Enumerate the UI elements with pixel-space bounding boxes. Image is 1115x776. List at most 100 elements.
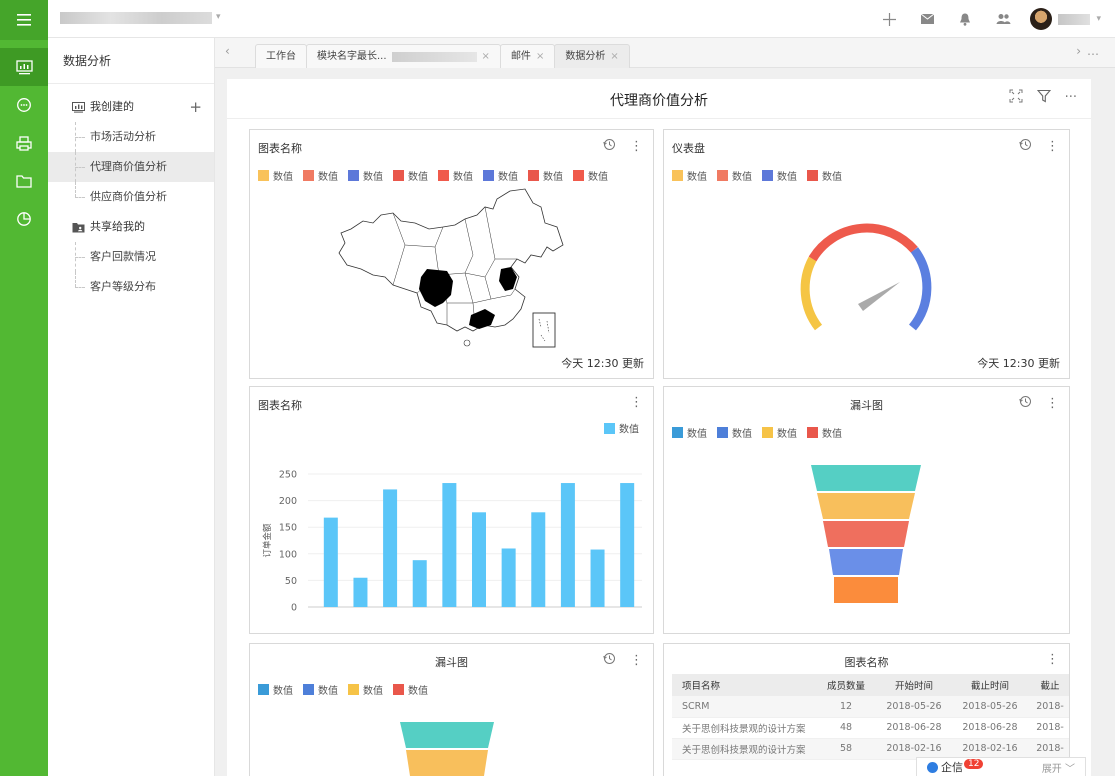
menu-icon[interactable] xyxy=(0,0,48,40)
panel-title: 仪表盘 xyxy=(672,142,705,155)
table-cell: 2018-06-28 xyxy=(952,717,1028,739)
more-vertical-icon[interactable]: ⋮ xyxy=(1046,396,1059,411)
legend-swatch xyxy=(393,170,404,181)
legend-item[interactable]: 数值 xyxy=(807,425,842,440)
column-header[interactable]: 截止 xyxy=(1028,674,1069,696)
legend-item[interactable]: 数值 xyxy=(672,425,707,440)
legend-item[interactable]: 数值 xyxy=(258,682,293,697)
tab-data-analysis[interactable]: 数据分析 × xyxy=(554,44,630,69)
legend-item[interactable]: 数值 xyxy=(573,168,608,183)
pie-chart-icon[interactable] xyxy=(0,200,48,238)
history-icon[interactable] xyxy=(1019,395,1032,411)
sidebar-item-payment[interactable]: 客户回款情况 xyxy=(48,242,214,272)
avatar[interactable] xyxy=(1030,8,1053,30)
chat-icon[interactable] xyxy=(0,86,48,124)
legend-item[interactable]: 数值 xyxy=(303,682,338,697)
legend-item[interactable]: 数值 xyxy=(807,168,842,183)
legend-item[interactable]: 数值 xyxy=(303,168,338,183)
tab-label: 邮件 xyxy=(510,50,531,62)
legend-swatch xyxy=(762,170,773,181)
more-vertical-icon[interactable]: ⋮ xyxy=(1046,139,1059,154)
people-icon[interactable] xyxy=(984,0,1022,38)
filter-icon[interactable] xyxy=(1036,89,1051,106)
fullscreen-icon[interactable] xyxy=(1009,89,1023,106)
printer-icon[interactable] xyxy=(0,124,48,162)
table-row[interactable]: SCRM 12 2018-05-26 2018-05-26 2018- xyxy=(672,696,1069,718)
legend-label: 数值 xyxy=(363,686,383,697)
more-vertical-icon[interactable]: ⋮ xyxy=(630,139,643,154)
column-header[interactable]: 项目名称 xyxy=(672,674,816,696)
bar xyxy=(383,489,398,607)
chart-folder-icon xyxy=(72,101,85,113)
history-icon[interactable] xyxy=(1019,138,1032,154)
sidebar-group-label: 我创建的 xyxy=(90,100,134,113)
sidebar-item-agent-value[interactable]: 代理商价值分析 xyxy=(48,152,214,182)
tab-label: 模块名字最长... xyxy=(317,50,387,62)
more-vertical-icon[interactable]: ⋮ xyxy=(630,653,643,668)
tab-module[interactable]: 模块名字最长... × xyxy=(306,44,501,68)
legend-item[interactable]: 数值 xyxy=(483,168,518,183)
funnel-stage-1 xyxy=(811,465,921,491)
legend-item[interactable]: 数值 xyxy=(393,682,428,697)
column-header[interactable]: 截止时间 xyxy=(952,674,1028,696)
table-row[interactable]: 关于思创科技景观的设计方案 48 2018-06-28 2018-06-28 2… xyxy=(672,717,1069,739)
sidebar-group-created[interactable]: 我创建的 + xyxy=(48,92,214,122)
tab-mail[interactable]: 邮件 × xyxy=(499,44,556,69)
funnel-legend: 数值 数值 数值 数值 xyxy=(672,425,842,440)
legend-item[interactable]: 数值 xyxy=(438,168,473,183)
bell-icon[interactable] xyxy=(946,0,984,38)
legend-item[interactable]: 数值 xyxy=(348,682,383,697)
panel-title: 图表名称 xyxy=(844,656,889,669)
expand-button[interactable]: 展开 ﹀ xyxy=(1042,760,1075,775)
legend-item[interactable]: 数值 xyxy=(717,425,752,440)
legend-item[interactable]: 数值 xyxy=(393,168,428,183)
table-row[interactable]: 关于思创科技景观的设计方案 58 2018-02-16 2018-02-16 2… xyxy=(672,738,1069,760)
project-table: 项目名称 成员数量 开始时间 截止时间 截止 SCRM 12 2018-05-2… xyxy=(672,674,1069,760)
bar xyxy=(323,517,338,607)
chat-widget[interactable]: 企信 12 展开 ﹀ xyxy=(916,757,1086,776)
dashboard-header: 代理商价值分析 ··· xyxy=(227,79,1091,119)
legend-label: 数值 xyxy=(732,172,752,183)
more-vertical-icon[interactable]: ⋮ xyxy=(630,395,643,410)
legend-item[interactable]: 数值 xyxy=(717,168,752,183)
legend-item[interactable]: 数值 xyxy=(672,168,707,183)
close-icon[interactable]: × xyxy=(482,45,490,69)
chevron-left-icon[interactable]: ‹ xyxy=(225,44,230,58)
y-tick-label: 100 xyxy=(279,549,297,560)
history-icon[interactable] xyxy=(603,138,616,154)
tab-more-icon[interactable]: ›… xyxy=(1076,44,1105,58)
mail-icon[interactable] xyxy=(908,0,946,38)
folder-icon[interactable] xyxy=(0,162,48,200)
legend-item[interactable]: 数值 xyxy=(762,425,797,440)
funnel-stage-4 xyxy=(829,549,903,575)
legend-swatch xyxy=(258,684,269,695)
plus-icon[interactable] xyxy=(870,0,908,38)
legend-swatch xyxy=(717,170,728,181)
sidebar-item-market-activity[interactable]: 市场活动分析 xyxy=(48,122,214,152)
table-cell: 关于思创科技景观的设计方案 xyxy=(672,738,816,760)
column-header[interactable]: 开始时间 xyxy=(876,674,952,696)
sidebar-item-supplier-value[interactable]: 供应商价值分析 xyxy=(48,182,214,212)
close-icon[interactable]: × xyxy=(536,45,544,69)
column-header[interactable]: 成员数量 xyxy=(816,674,876,696)
legend-item[interactable]: 数值 xyxy=(528,168,563,183)
legend-swatch xyxy=(573,170,584,181)
sidebar-item-customer-level[interactable]: 客户等级分布 xyxy=(48,272,214,302)
analytics-icon[interactable] xyxy=(0,48,48,86)
more-vertical-icon[interactable]: ⋮ xyxy=(1046,652,1059,667)
chevron-down-icon[interactable]: ▾ xyxy=(216,12,221,22)
history-icon[interactable] xyxy=(603,652,616,668)
china-map[interactable] xyxy=(335,185,575,365)
legend-item[interactable]: 数值 xyxy=(348,168,383,183)
close-icon[interactable]: × xyxy=(610,45,618,69)
legend-item[interactable]: 数值 xyxy=(258,168,293,183)
bar xyxy=(620,483,635,607)
chevron-down-icon[interactable]: ▾ xyxy=(1096,14,1101,24)
add-icon[interactable]: + xyxy=(189,92,202,122)
table-cell: 2018-05-26 xyxy=(952,696,1028,718)
more-icon[interactable]: ··· xyxy=(1065,90,1077,105)
tab-workbench[interactable]: 工作台 xyxy=(255,44,307,68)
legend-label: 数值 xyxy=(822,429,842,440)
legend-item[interactable]: 数值 xyxy=(762,168,797,183)
sidebar-group-shared[interactable]: 共享给我的 xyxy=(48,212,214,242)
